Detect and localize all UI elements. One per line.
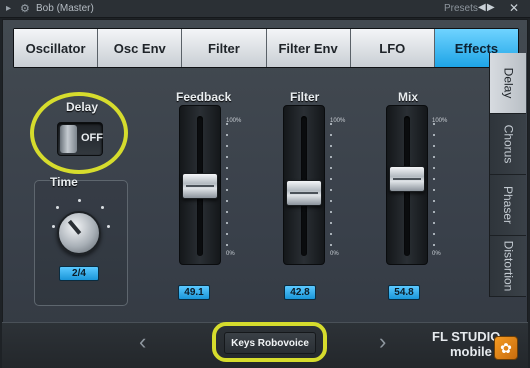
knob-scale-dot (52, 225, 55, 228)
scale-tick (330, 233, 332, 235)
tab-oscillator[interactable]: Oscillator (14, 29, 99, 67)
time-label: Time (50, 175, 78, 189)
mix-fader[interactable] (386, 105, 428, 265)
scale-tick (226, 233, 228, 235)
scale-tick (330, 167, 332, 169)
scale-tick (433, 167, 435, 169)
scale-bottom-label: 0% (432, 251, 441, 257)
scale-tick (330, 178, 332, 180)
scale-tick (226, 156, 228, 158)
expand-arrow-icon[interactable]: ▸ (6, 3, 11, 14)
fl-studio-logo-icon: ✿ (494, 336, 518, 360)
highlight-rect (212, 322, 327, 362)
scale-tick (226, 167, 228, 169)
scale-tick (433, 222, 435, 224)
fader-thumb[interactable] (182, 173, 218, 200)
scale-tick (433, 156, 435, 158)
feedback-label: Feedback (176, 90, 232, 104)
scale-tick (226, 244, 228, 246)
scale-tick (433, 134, 435, 136)
preset-prev-icon[interactable]: ◀ (478, 2, 486, 13)
scale-tick (226, 211, 228, 213)
fader-thumb[interactable] (389, 166, 425, 193)
filter-fader[interactable] (283, 105, 325, 265)
scale-tick (330, 134, 332, 136)
scale-tick (330, 211, 332, 213)
time-value[interactable]: 2/4 (59, 266, 99, 281)
scale-bottom-label: 0% (226, 251, 235, 257)
feedback-fader[interactable] (179, 105, 221, 265)
filter-label: Filter (290, 90, 320, 104)
scale-tick (433, 123, 435, 125)
feedback-value[interactable]: 49.1 (178, 285, 210, 300)
fader-thumb[interactable] (286, 180, 322, 207)
scale-top-label: 100% (330, 118, 346, 124)
scale-top-label: 100% (226, 118, 242, 124)
scale-tick (330, 123, 332, 125)
side-tab-delay[interactable]: Delay (490, 53, 526, 114)
time-knob[interactable] (57, 211, 101, 255)
scale-tick (226, 178, 228, 180)
mix-label: Mix (398, 90, 419, 104)
scale-tick (226, 134, 228, 136)
tab-filter-env[interactable]: Filter Env (266, 29, 351, 67)
tab-filter[interactable]: Filter (182, 29, 267, 67)
scale-tick (330, 145, 332, 147)
scale-tick (433, 244, 435, 246)
scale-tick (330, 156, 332, 158)
logo-subtext: mobile (450, 344, 492, 359)
filter-value[interactable]: 42.8 (284, 285, 316, 300)
next-preset-icon[interactable]: › (379, 329, 386, 355)
scale-tick (433, 189, 435, 191)
knob-scale-dot (56, 206, 59, 209)
scale-tick (433, 233, 435, 235)
preset-next-icon[interactable]: ▶ (487, 2, 495, 13)
knob-scale-dot (107, 225, 110, 228)
highlight-circle (30, 92, 128, 174)
scale-tick (433, 145, 435, 147)
knob-scale-dot (78, 199, 81, 202)
side-tab-chorus[interactable]: Chorus (490, 114, 526, 175)
prev-preset-icon[interactable]: ‹ (139, 329, 146, 355)
scale-tick (433, 211, 435, 213)
scale-tick (433, 200, 435, 202)
side-tab-distortion[interactable]: Distortion (490, 236, 526, 297)
scale-bottom-label: 0% (330, 251, 339, 257)
side-tab-phaser[interactable]: Phaser (490, 175, 526, 236)
scale-tick (433, 178, 435, 180)
scale-tick (330, 244, 332, 246)
scale-tick (226, 222, 228, 224)
tab-bar: Oscillator Osc Env Filter Filter Env LFO… (13, 28, 519, 68)
mix-value[interactable]: 54.8 (388, 285, 420, 300)
scale-tick (226, 189, 228, 191)
side-tab-label: Delay (501, 67, 515, 99)
tab-lfo[interactable]: LFO (350, 29, 435, 67)
knob-scale-dot (101, 206, 104, 209)
window-title: Bob (Master) (36, 3, 94, 14)
presets-label[interactable]: Presets (444, 3, 478, 14)
close-icon[interactable]: ✕ (509, 1, 519, 15)
logo-text: FL STUDIO (432, 329, 501, 344)
scale-tick (226, 145, 228, 147)
gear-icon[interactable]: ⚙ (20, 2, 30, 15)
knob-indicator (67, 219, 82, 235)
scale-tick (330, 222, 332, 224)
tab-osc-env[interactable]: Osc Env (98, 29, 183, 67)
side-tab-label: Chorus (501, 124, 515, 164)
side-tab-label: Distortion (501, 240, 515, 292)
scale-tick (330, 189, 332, 191)
title-bar: ▸ ⚙ Bob (Master) Presets ◀ ▶ ✕ (0, 0, 530, 18)
side-tab-label: Phaser (501, 185, 515, 225)
scale-tick (226, 123, 228, 125)
effect-side-tabs: Delay Chorus Phaser Distortion (489, 53, 526, 297)
scale-tick (330, 200, 332, 202)
scale-tick (226, 200, 228, 202)
